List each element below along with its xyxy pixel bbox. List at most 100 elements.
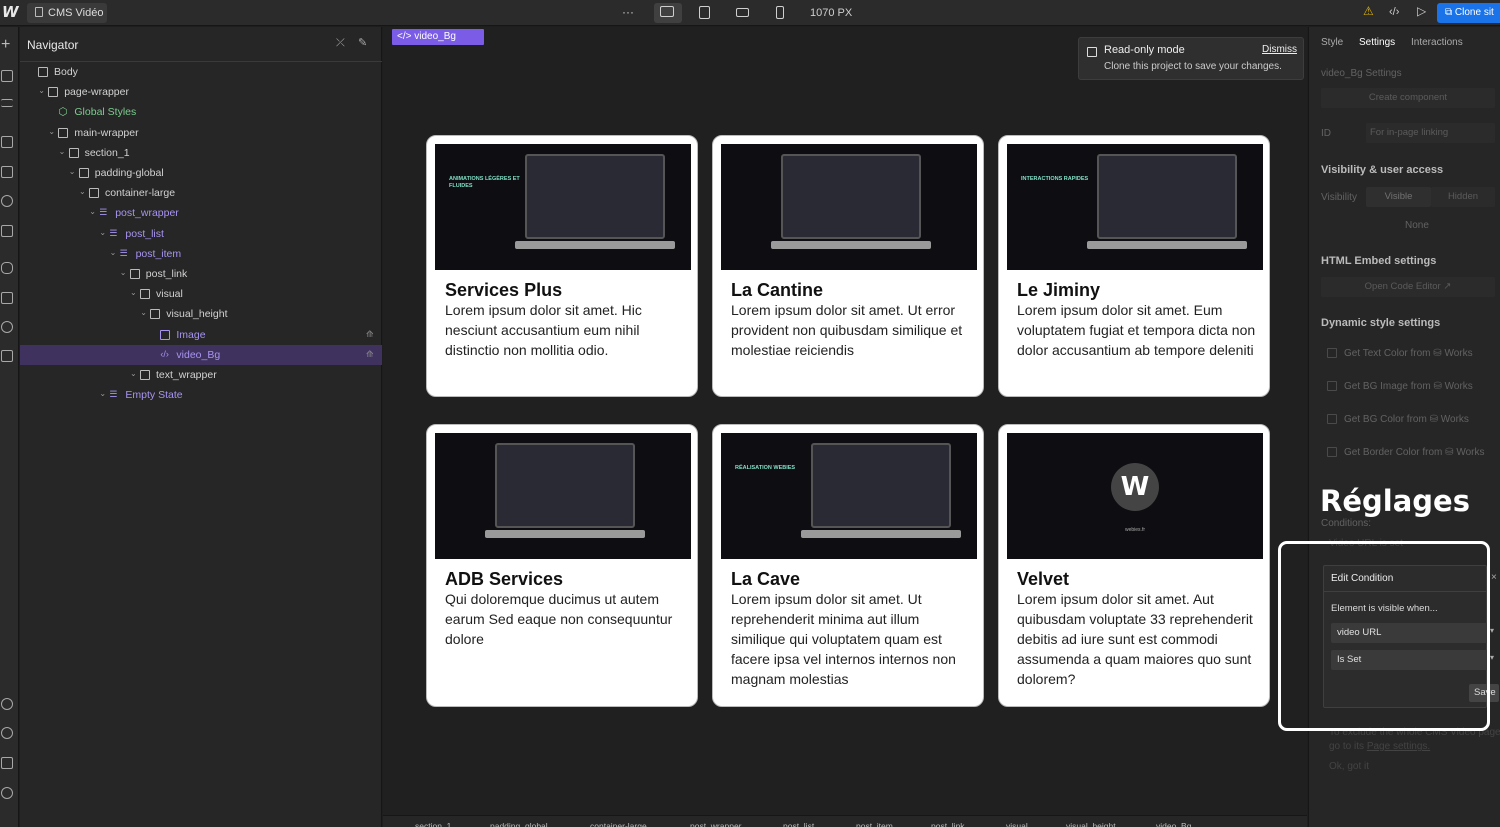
clone-site-button[interactable]: ⧉ Clone sit [1437,3,1500,23]
close-icon[interactable]: × [1491,572,1497,583]
id-input[interactable]: For in-page linking [1366,123,1495,143]
breadcrumb-item[interactable]: visual_height [1066,821,1116,827]
dynamic-style-checkbox[interactable] [1327,381,1337,391]
ecommerce-icon[interactable] [1,292,13,304]
navigator-item[interactable]: ⌄ container-large [20,183,382,203]
navigator-item[interactable]: Body [20,62,382,82]
pin-icon[interactable]: ✎ [358,36,367,49]
page-selector[interactable]: CMS Vidéo [27,3,107,23]
warning-triangle-icon[interactable]: ⚠ [1363,4,1374,22]
tab-settings[interactable]: Settings [1359,37,1395,48]
audit-check-icon[interactable] [1,757,13,769]
navigator-item[interactable]: ⌄ visual_height [20,304,382,324]
laptop-base [771,241,931,249]
create-component-button[interactable]: Create component [1321,88,1495,108]
help-icon[interactable] [1,727,13,739]
collapse-icon[interactable]: ⤫ [336,37,345,50]
settings-gear-icon[interactable] [1,698,13,710]
chevron-down-icon[interactable]: ⌄ [140,308,147,317]
tablet-breakpoint-icon[interactable] [699,6,710,19]
navigator-item[interactable]: ⌄ visual [20,284,382,304]
post-card[interactable]: Wwebies.fr Velvet Lorem ipsum dolor sit am… [998,424,1270,707]
navigator-item[interactable]: ⌄ ☰ Empty State [20,385,382,405]
mobile-portrait-breakpoint-icon[interactable] [776,6,784,19]
ok-got-it-link[interactable]: Ok, got it [1329,761,1369,772]
navigator-item[interactable]: ⌄ ☰ post_item [20,244,382,264]
navigator-item[interactable]: ⌄ text_wrapper [20,365,382,385]
post-card[interactable]: ANIMATIONS LÉGÈRES ET FLUIDES Services Pl… [426,135,698,397]
post-title: ADB Services [445,569,564,589]
post-card[interactable]: RÉALISATION WEBIES La Cave Lorem ipsum dol… [712,424,984,707]
chevron-down-icon[interactable]: ⌄ [120,268,127,277]
breadcrumb-item[interactable]: visual [1006,821,1028,827]
chevron-down-icon[interactable]: ⌄ [38,86,45,95]
post-description: Lorem ipsum dolor sit amet. Hic nesciunt… [445,302,642,358]
pin-icon[interactable]: ⟰ [366,329,374,340]
navigator-item[interactable]: ⌄ section_1 [20,143,382,163]
navigator-item[interactable]: ⌄ ☰ post_list [20,224,382,244]
dynamic-style-checkbox[interactable] [1327,348,1337,358]
dismiss-link[interactable]: Dismiss [1262,44,1297,55]
chevron-down-icon[interactable]: ⌄ [130,369,137,378]
chevron-down-icon[interactable]: ⌄ [79,187,86,196]
chevron-down-icon[interactable]: ⌄ [69,167,76,176]
navigator-item[interactable]: ⬡ Global Styles [20,102,382,122]
page-settings-link[interactable]: Page settings. [1367,741,1430,752]
breadcrumb-item[interactable]: post_item [856,821,893,827]
navigator-item[interactable]: ⌄ main-wrapper [20,123,382,143]
dynamic-style-label: Get BG Image from ⛁ Works [1344,381,1473,392]
assets-icon[interactable] [1,225,13,237]
tab-style[interactable]: Style [1321,37,1343,48]
navigator-item[interactable]: ⌄ post_link [20,264,382,284]
mobile-landscape-breakpoint-icon[interactable] [736,8,749,17]
element-box-icon [150,309,161,320]
navigator-item[interactable]: ⌄ page-wrapper [20,82,382,102]
dynamic-style-checkbox[interactable] [1327,447,1337,457]
chevron-down-icon[interactable]: ⌄ [99,389,106,398]
navigator-item[interactable]: ⌄ padding-global [20,163,382,183]
breadcrumb-item[interactable]: section_1 [415,821,451,827]
play-icon[interactable]: ▷ [1417,4,1426,22]
hidden-toggle[interactable]: Hidden [1431,187,1495,207]
chevron-down-icon[interactable]: ⌄ [99,228,106,237]
breadcrumb-item[interactable]: post_wrapper [690,821,742,827]
post-card[interactable]: ADB Services Qui doloremque ducimus ut au… [426,424,698,707]
dynamic-style-checkbox[interactable] [1327,414,1337,424]
variables-icon[interactable] [1,166,13,178]
chevron-down-icon[interactable]: ⌄ [110,248,117,257]
chevron-down-icon[interactable]: ⌄ [89,207,96,216]
open-code-editor-button[interactable]: Open Code Editor ↗ [1321,277,1495,297]
components-icon[interactable] [1,136,13,148]
tab-interactions[interactable]: Interactions [1411,37,1463,48]
image-icon [160,329,171,340]
laptop-base [485,530,645,538]
code-icon[interactable]: ‹/› [1389,6,1399,24]
navigator-item[interactable]: ‹/› video_Bg ⟰ [20,344,382,365]
reglages-heading: Réglages [1320,484,1470,518]
selected-element-label[interactable]: </> video_Bg [392,29,484,45]
chevron-down-icon[interactable]: ⌄ [130,288,137,297]
breadcrumb-item[interactable]: padding_global [490,821,548,827]
post-card[interactable]: INTERACTIONS RAPIDES Le Jiminy Lorem ipsum… [998,135,1270,397]
apps-icon[interactable] [1,350,13,362]
visible-toggle[interactable]: Visible [1366,187,1431,207]
chevron-down-icon[interactable]: ⌄ [59,147,66,156]
add-element-icon[interactable]: + [1,37,10,53]
element-box-icon [129,269,140,279]
navigator-item[interactable]: Image ⟰ [20,325,382,345]
navigator-item[interactable]: ⌄ ☰ post_wrapper [20,203,382,223]
post-card[interactable]: La Cantine Lorem ipsum dolor sit amet. Ut… [712,135,984,397]
breadcrumb-item[interactable]: post_link [931,821,965,827]
styles-icon[interactable] [1,195,13,207]
breadcrumb-item[interactable]: container-large [590,821,647,827]
chevron-down-icon[interactable]: ⌄ [48,127,55,136]
breadcrumb-item[interactable]: video_Bg [1156,821,1191,827]
search-icon[interactable] [1,787,13,799]
pin-icon[interactable]: ⟰ [366,349,374,360]
navigator-icon[interactable] [1,99,13,107]
pages-icon[interactable] [1,70,13,82]
cms-icon[interactable] [1,262,13,274]
users-icon[interactable] [1,321,13,333]
more-menu-button[interactable]: ··· [622,5,634,23]
breadcrumb-item[interactable]: post_list [783,821,814,827]
